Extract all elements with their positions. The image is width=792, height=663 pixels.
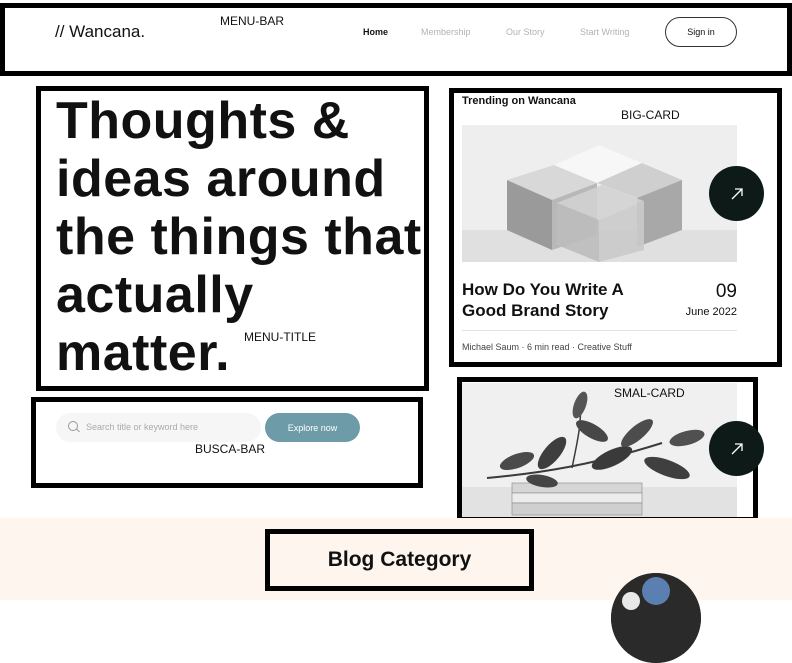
search-icon [68,421,78,431]
article-meta: Michael Saum · 6 min read · Creative Stu… [462,342,632,352]
small-card-annotation-label: SMAL-CARD [614,386,685,400]
plant-image[interactable] [462,383,737,517]
nav-home[interactable]: Home [363,27,388,37]
menu-title-annotation-label: MENU-TITLE [244,330,316,344]
arrow-up-right-icon [731,442,743,454]
trending-heading: Trending on Wancana [462,95,576,107]
sign-in-button[interactable]: Sign in [665,17,737,47]
article-day: 09 [715,281,737,302]
cubes-image[interactable] [462,125,737,262]
big-card-annotation-label: BIG-CARD [621,108,680,122]
search-input[interactable] [86,418,256,436]
logo[interactable]: // Wancana. [55,22,145,42]
category-image[interactable] [611,573,701,663]
nav-our-story[interactable]: Our Story [506,27,545,37]
arrow-up-right-icon [731,187,743,199]
article-title[interactable]: How Do You Write A Good Brand Story [462,279,662,321]
menu-bar-annotation-label: MENU-BAR [220,14,285,28]
card-divider [462,330,737,331]
open-article-button-small[interactable] [709,421,764,476]
open-article-button[interactable] [709,166,764,221]
busca-bar-annotation-label: BUSCA-BAR [195,442,266,456]
nav-membership[interactable]: Membership [421,27,471,37]
nav-start-writing[interactable]: Start Writing [580,27,629,37]
article-month-year: June 2022 [685,306,737,318]
explore-now-button[interactable]: Explore now [265,413,360,442]
blog-category-heading: Blog Category [327,548,472,571]
hero-headline: Thoughts & ideas around the things that … [56,92,422,382]
